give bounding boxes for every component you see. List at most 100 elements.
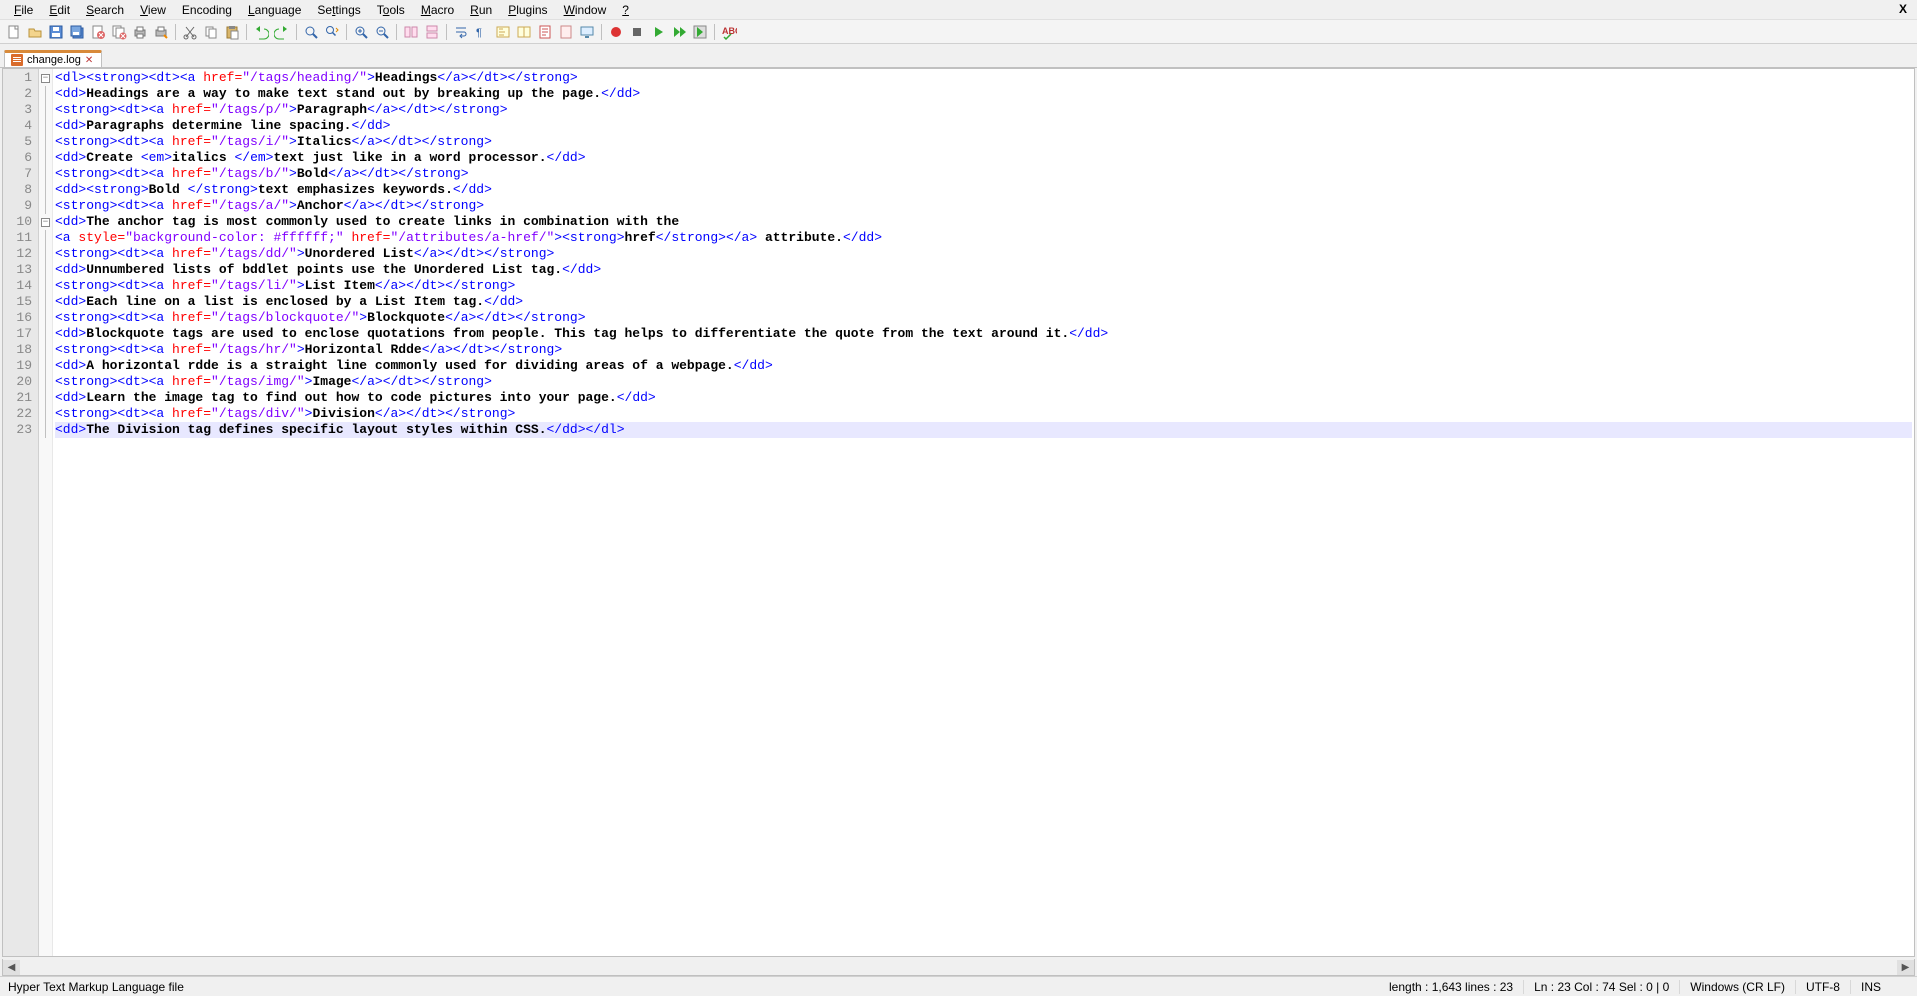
code-line[interactable]: <strong><dt><a href="/tags/p/">Paragraph… [55, 102, 1912, 118]
toolbar-separator [296, 24, 297, 40]
line-number: 6 [13, 150, 32, 166]
code-line[interactable]: <a style="background-color: #ffffff;" hr… [55, 230, 1912, 246]
code-line[interactable]: <dd>Create <em>italics </em>text just li… [55, 150, 1912, 166]
indent-guide-icon[interactable] [493, 22, 513, 42]
code-line[interactable]: <dd>Paragraphs determine line spacing.</… [55, 118, 1912, 134]
menu-language[interactable]: Language [240, 1, 309, 19]
print-icon[interactable] [130, 22, 150, 42]
code-line[interactable]: <strong><dt><a href="/tags/div/">Divisio… [55, 406, 1912, 422]
line-number: 22 [13, 406, 32, 422]
line-number: 1 [13, 70, 32, 86]
show-all-icon[interactable]: ¶ [472, 22, 492, 42]
doc2-icon[interactable] [556, 22, 576, 42]
sync-v-icon[interactable] [401, 22, 421, 42]
code-line[interactable]: <dd>Blockquote tags are used to enclose … [55, 326, 1912, 342]
menu-view[interactable]: View [132, 1, 174, 19]
menu-settings[interactable]: Settings [309, 1, 368, 19]
line-number: 20 [13, 374, 32, 390]
menu-search[interactable]: Search [78, 1, 132, 19]
code-line[interactable]: <strong><dt><a href="/tags/img/">Image</… [55, 374, 1912, 390]
close-all-icon[interactable] [109, 22, 129, 42]
menu-help[interactable]: ? [614, 1, 637, 19]
status-eol: Windows (CR LF) [1680, 980, 1796, 994]
fold-toggle-icon[interactable]: − [39, 70, 52, 86]
replace-icon[interactable] [322, 22, 342, 42]
menu-encoding[interactable]: Encoding [174, 1, 240, 19]
code-line[interactable]: <dd>Each line on a list is enclosed by a… [55, 294, 1912, 310]
status-language: Hyper Text Markup Language file [6, 980, 194, 994]
code-line[interactable]: <dl><strong><dt><a href="/tags/heading/"… [55, 70, 1912, 86]
code-line[interactable]: <strong><dt><a href="/tags/li/">List Ite… [55, 278, 1912, 294]
tab-label: change.log [27, 54, 81, 66]
code-line[interactable]: <strong><dt><a href="/tags/b/">Bold</a><… [55, 166, 1912, 182]
record-macro-icon[interactable] [606, 22, 626, 42]
save-macro-icon[interactable] [690, 22, 710, 42]
spellcheck-icon[interactable]: ABC [719, 22, 739, 42]
code-line[interactable]: <strong><dt><a href="/tags/i/">Italics</… [55, 134, 1912, 150]
menubar: File Edit Search View Encoding Language … [0, 0, 1917, 20]
code-line[interactable]: <dd><strong>Bold </strong>text emphasize… [55, 182, 1912, 198]
fold-line [39, 230, 52, 246]
menu-tools[interactable]: Tools [369, 1, 413, 19]
toolbar: ¶ ABC [0, 20, 1917, 44]
code-line[interactable]: <strong><dt><a href="/tags/blockquote/">… [55, 310, 1912, 326]
save-all-icon[interactable] [67, 22, 87, 42]
play-macro-icon[interactable] [648, 22, 668, 42]
print-now-icon[interactable] [151, 22, 171, 42]
code-line[interactable]: <dd>Headings are a way to make text stan… [55, 86, 1912, 102]
line-number: 21 [13, 390, 32, 406]
new-file-icon[interactable] [4, 22, 24, 42]
code-area[interactable]: <dl><strong><dt><a href="/tags/heading/"… [53, 69, 1914, 956]
svg-text:¶: ¶ [476, 27, 482, 39]
undo-icon[interactable] [251, 22, 271, 42]
find-icon[interactable] [301, 22, 321, 42]
menu-window[interactable]: Window [556, 1, 615, 19]
cut-icon[interactable] [180, 22, 200, 42]
code-line[interactable]: <strong><dt><a href="/tags/dd/">Unordere… [55, 246, 1912, 262]
paste-icon[interactable] [222, 22, 242, 42]
scroll-right-arrow-icon[interactable]: ▶ [1897, 960, 1914, 975]
save-icon[interactable] [46, 22, 66, 42]
fold-column[interactable]: −− [39, 69, 53, 956]
code-line[interactable]: <dd>The anchor tag is most commonly used… [55, 214, 1912, 230]
line-number: 14 [13, 278, 32, 294]
fold-toggle-icon[interactable]: − [39, 214, 52, 230]
code-line[interactable]: <strong><dt><a href="/tags/a/">Anchor</a… [55, 198, 1912, 214]
zoom-in-icon[interactable] [351, 22, 371, 42]
fold-line [39, 278, 52, 294]
tab-close-icon[interactable]: ✕ [85, 55, 95, 65]
code-line[interactable]: <strong><dt><a href="/tags/hr/">Horizont… [55, 342, 1912, 358]
doc1-icon[interactable] [535, 22, 555, 42]
stop-macro-icon[interactable] [627, 22, 647, 42]
monitor-icon[interactable] [577, 22, 597, 42]
menu-edit[interactable]: Edit [41, 1, 78, 19]
copy-icon[interactable] [201, 22, 221, 42]
menu-file[interactable]: File [6, 1, 41, 19]
close-icon[interactable] [88, 22, 108, 42]
wordwrap-icon[interactable] [451, 22, 471, 42]
line-number: 3 [13, 102, 32, 118]
play-multi-icon[interactable] [669, 22, 689, 42]
code-line[interactable]: <dd>Learn the image tag to find out how … [55, 390, 1912, 406]
window-close-button[interactable]: X [1895, 2, 1911, 18]
menu-run[interactable]: Run [462, 1, 500, 19]
line-number: 13 [13, 262, 32, 278]
menu-plugins[interactable]: Plugins [500, 1, 555, 19]
zoom-out-icon[interactable] [372, 22, 392, 42]
status-encoding: UTF-8 [1796, 980, 1851, 994]
redo-icon[interactable] [272, 22, 292, 42]
horizontal-scrollbar[interactable]: ◀ ▶ [2, 959, 1915, 976]
sync-h-icon[interactable] [422, 22, 442, 42]
toolbar-separator [246, 24, 247, 40]
open-file-icon[interactable] [25, 22, 45, 42]
code-line[interactable]: <dd>A horizontal rdde is a straight line… [55, 358, 1912, 374]
fold-line [39, 86, 52, 102]
tabbar: change.log ✕ [0, 44, 1917, 68]
file-tab[interactable]: change.log ✕ [4, 50, 102, 67]
menu-macro[interactable]: Macro [413, 1, 462, 19]
fold-line [39, 246, 52, 262]
scroll-left-arrow-icon[interactable]: ◀ [3, 960, 20, 975]
folder-icon[interactable] [514, 22, 534, 42]
code-line[interactable]: <dd>Unnumbered lists of bddlet points us… [55, 262, 1912, 278]
code-line[interactable]: <dd>The Division tag defines specific la… [55, 422, 1912, 438]
